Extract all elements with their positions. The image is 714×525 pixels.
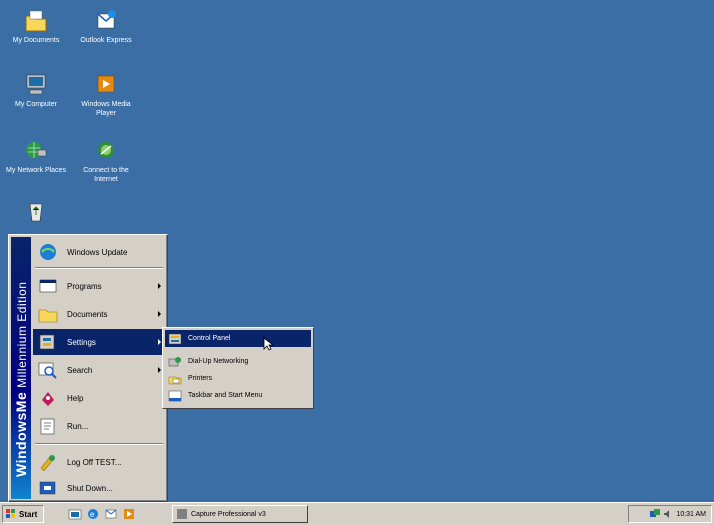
programs-icon: [37, 276, 59, 296]
desktop-icon-windows-media-player[interactable]: Windows Media Player: [74, 72, 138, 118]
start-menu: WindowsMe Millennium Edition Windows Upd…: [8, 234, 168, 502]
submenu-label: Dial-Up Networking: [188, 358, 249, 365]
desktop-icon-label: My Documents: [12, 37, 60, 44]
start-menu-item-search[interactable]: Search: [33, 357, 165, 383]
taskbar-settings-icon: [168, 390, 182, 402]
start-menu-item-settings[interactable]: Settings: [33, 329, 165, 355]
start-menu-item-shut-down[interactable]: Shut Down...: [33, 475, 165, 501]
windows-update-icon: [37, 242, 59, 262]
svg-text:e: e: [90, 510, 95, 519]
menu-label: Shut Down...: [67, 483, 113, 493]
media-player-quicklaunch-icon[interactable]: [122, 507, 136, 521]
desktop-icon-label: Connect to the Internet: [83, 167, 129, 183]
network-icon: [22, 138, 50, 164]
desktop-icon-label: Outlook Express: [80, 37, 132, 44]
banner-brand: Windows: [13, 412, 29, 477]
run-icon: [37, 416, 59, 436]
submenu-arrow-icon: [158, 283, 161, 289]
control-panel-icon: [168, 333, 182, 345]
start-menu-item-help[interactable]: Help: [33, 385, 165, 411]
start-menu-banner: WindowsMe Millennium Edition: [11, 237, 31, 499]
start-label: Start: [19, 509, 38, 519]
search-icon: [37, 360, 59, 380]
log-off-icon: [37, 452, 59, 472]
submenu-label: Printers: [188, 375, 213, 382]
outlook-express-quicklaunch-icon[interactable]: [104, 507, 118, 521]
menu-separator: [35, 267, 163, 269]
media-player-icon: [92, 72, 120, 98]
desktop-icon-label: My Computer: [14, 101, 57, 108]
settings-icon: [37, 332, 59, 352]
help-icon: [37, 388, 59, 408]
desktop-icon-my-network-places[interactable]: My Network Places: [4, 138, 68, 175]
show-desktop-icon[interactable]: [68, 507, 82, 521]
mouse-cursor-icon: [263, 337, 273, 351]
menu-label: Run...: [67, 421, 89, 431]
desktop-icon-outlook-express[interactable]: Outlook Express: [74, 8, 138, 45]
printers-icon: [168, 373, 182, 385]
submenu-arrow-icon: [158, 339, 161, 345]
start-menu-item-run[interactable]: Run...: [33, 413, 165, 439]
submenu-arrow-icon: [158, 367, 161, 373]
desktop-icon-label: My Network Places: [6, 167, 66, 174]
banner-suffix: Millennium Edition: [15, 281, 29, 388]
taskbar-button-capture-professional[interactable]: Capture Professional v3: [172, 505, 308, 523]
menu-label: Documents: [67, 309, 108, 319]
menu-label: Programs: [67, 281, 102, 291]
recycle-bin-icon: [22, 198, 50, 224]
banner-text: WindowsMe Millennium Edition: [13, 282, 29, 478]
shut-down-icon: [37, 478, 59, 498]
internet-explorer-icon[interactable]: e: [86, 507, 100, 521]
start-menu-item-windows-update[interactable]: Windows Update: [33, 239, 165, 265]
start-menu-items: Windows Update Programs Documents Settin…: [33, 237, 165, 499]
application-icon: [177, 509, 187, 519]
submenu-item-dial-up-networking[interactable]: Dial-Up Networking: [165, 353, 311, 370]
desktop-icon-my-computer[interactable]: My Computer: [4, 72, 68, 109]
banner-edition: Me: [13, 391, 29, 413]
submenu-item-control-panel[interactable]: Control Panel: [165, 330, 311, 347]
desktop-icon-recycle-bin[interactable]: [4, 198, 68, 226]
outlook-express-icon: [92, 8, 120, 34]
start-menu-item-documents[interactable]: Documents: [33, 301, 165, 327]
task-label: Capture Professional v3: [191, 510, 266, 518]
windows-logo-icon: [6, 509, 16, 519]
menu-label: Log Off TEST...: [67, 457, 122, 467]
submenu-item-taskbar-start-menu[interactable]: Taskbar and Start Menu: [165, 387, 311, 404]
computer-icon: [22, 72, 50, 98]
start-button[interactable]: Start: [2, 505, 44, 523]
volume-icon[interactable]: [663, 509, 673, 519]
taskbar: Start e Capture Professional v3 10:31 AM: [0, 502, 714, 525]
clock[interactable]: 10:31 AM: [676, 511, 706, 518]
submenu-arrow-icon: [158, 311, 161, 317]
menu-label: Search: [67, 365, 93, 375]
submenu-label: Taskbar and Start Menu: [188, 392, 263, 399]
desktop-icon-my-documents[interactable]: My Documents: [4, 8, 68, 45]
documents-folder-icon: [37, 304, 59, 324]
network-tray-icon[interactable]: [650, 509, 661, 519]
internet-connect-icon: [92, 138, 120, 164]
system-tray: 10:31 AM: [628, 505, 712, 523]
desktop-icon-connect-internet[interactable]: Connect to the Internet: [74, 138, 138, 184]
dial-up-networking-icon: [168, 356, 182, 368]
submenu-item-printers[interactable]: Printers: [165, 370, 311, 387]
settings-submenu: Control Panel Dial-Up Networking Printer…: [162, 327, 314, 409]
folder-icon: [22, 8, 50, 34]
menu-label: Help: [67, 393, 84, 403]
submenu-label: Control Panel: [188, 335, 231, 342]
start-menu-item-programs[interactable]: Programs: [33, 273, 165, 299]
start-menu-item-log-off[interactable]: Log Off TEST...: [33, 449, 165, 475]
menu-label: Windows Update: [67, 247, 128, 257]
menu-separator: [35, 443, 163, 445]
menu-label: Settings: [67, 337, 96, 347]
desktop-icon-label: Windows Media Player: [81, 101, 131, 117]
